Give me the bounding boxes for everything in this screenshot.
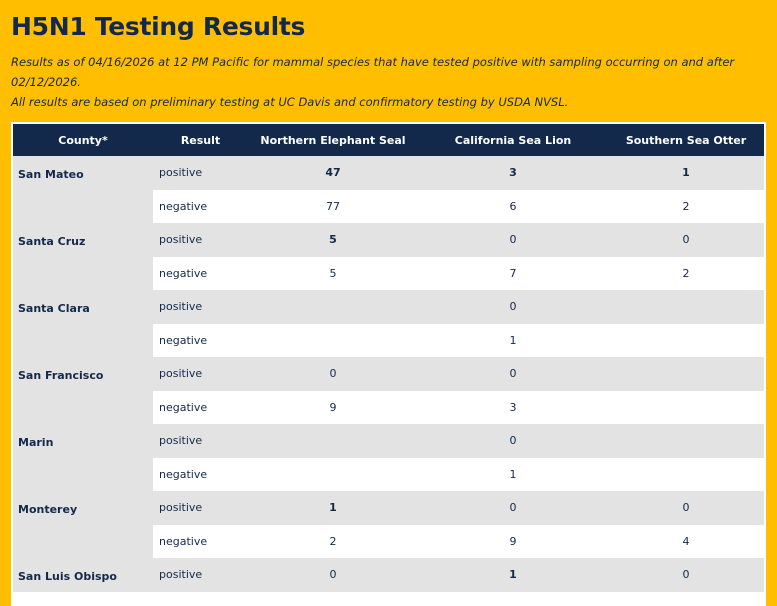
count-cell bbox=[608, 390, 764, 424]
result-cell: positive bbox=[153, 491, 248, 525]
county-cell: Marin bbox=[13, 424, 153, 491]
result-cell: positive bbox=[153, 357, 248, 391]
result-cell: positive bbox=[153, 290, 248, 324]
count-cell bbox=[608, 457, 764, 491]
count-cell: 0 bbox=[418, 357, 608, 391]
count-cell: 47 bbox=[248, 156, 418, 190]
result-cell: positive bbox=[153, 223, 248, 257]
count-cell bbox=[248, 457, 418, 491]
table-row: Santa Cruz positive 5 0 0 bbox=[13, 223, 764, 290]
county-cell: Santa Clara bbox=[13, 290, 153, 357]
count-cell: 5 bbox=[248, 256, 418, 290]
result-cell: negative bbox=[153, 256, 248, 290]
result-cell: negative bbox=[153, 524, 248, 558]
count-cell: 5 bbox=[248, 223, 418, 257]
count-cell: 9 bbox=[418, 524, 608, 558]
count-cell: 2 bbox=[608, 256, 764, 290]
table-row: Santa Clara positive 0 bbox=[13, 290, 764, 357]
results-note-line-2: All results are based on preliminary tes… bbox=[11, 95, 569, 109]
count-cell: 4 bbox=[608, 524, 764, 558]
count-cell: 7 bbox=[418, 256, 608, 290]
page: H5N1 Testing Results Results as of 04/16… bbox=[0, 0, 777, 606]
results-note: Results as of 04/16/2026 at 12 PM Pacifi… bbox=[11, 52, 766, 112]
result-cell: positive bbox=[153, 424, 248, 458]
count-cell: 1 bbox=[418, 457, 608, 491]
table-header-row: County* Result Northern Elephant Seal Ca… bbox=[13, 124, 764, 156]
count-cell: 1 bbox=[608, 156, 764, 190]
table-body: San Mateo positive 47 3 1 negative 77 6 2 Santa C… bbox=[13, 156, 764, 592]
table-row: San Francisco positive 0 0 bbox=[13, 357, 764, 424]
count-cell: 0 bbox=[608, 223, 764, 257]
page-title: H5N1 Testing Results bbox=[11, 12, 306, 41]
table-row: San Mateo positive 47 3 1 bbox=[13, 156, 764, 223]
county-cell: Monterey bbox=[13, 491, 153, 558]
count-cell: 0 bbox=[418, 223, 608, 257]
count-cell bbox=[248, 290, 418, 324]
count-cell: 0 bbox=[608, 558, 764, 592]
count-cell: 77 bbox=[248, 189, 418, 223]
header-southern-sea-otter: Southern Sea Otter bbox=[608, 124, 764, 156]
results-note-line-1: Results as of 04/16/2026 at 12 PM Pacifi… bbox=[11, 55, 735, 89]
count-cell: 1 bbox=[248, 491, 418, 525]
result-cell: negative bbox=[153, 457, 248, 491]
table-row: Marin positive 0 bbox=[13, 424, 764, 491]
count-cell: 0 bbox=[608, 491, 764, 525]
count-cell bbox=[248, 424, 418, 458]
count-cell: 1 bbox=[418, 323, 608, 357]
count-cell: 1 bbox=[418, 558, 608, 592]
result-cell: negative bbox=[153, 390, 248, 424]
count-cell: 0 bbox=[418, 491, 608, 525]
result-cell: negative bbox=[153, 323, 248, 357]
header-california-sea-lion: California Sea Lion bbox=[418, 124, 608, 156]
count-cell: 2 bbox=[608, 189, 764, 223]
count-cell: 2 bbox=[248, 524, 418, 558]
count-cell: 0 bbox=[418, 290, 608, 324]
county-cell: San Luis Obispo bbox=[13, 558, 153, 592]
count-cell bbox=[608, 290, 764, 324]
county-cell: San Francisco bbox=[13, 357, 153, 424]
count-cell: 0 bbox=[248, 558, 418, 592]
count-cell bbox=[608, 424, 764, 458]
count-cell: 3 bbox=[418, 156, 608, 190]
header-county: County* bbox=[13, 124, 153, 156]
results-table: County* Result Northern Elephant Seal Ca… bbox=[13, 124, 764, 592]
count-cell bbox=[608, 357, 764, 391]
result-cell: positive bbox=[153, 156, 248, 190]
header-northern-elephant-seal: Northern Elephant Seal bbox=[248, 124, 418, 156]
result-cell: positive bbox=[153, 558, 248, 592]
count-cell: 6 bbox=[418, 189, 608, 223]
count-cell: 3 bbox=[418, 390, 608, 424]
count-cell: 9 bbox=[248, 390, 418, 424]
count-cell bbox=[608, 323, 764, 357]
header-result: Result bbox=[153, 124, 248, 156]
table-row: San Luis Obispo positive 0 1 0 bbox=[13, 558, 764, 592]
table-row: Monterey positive 1 0 0 bbox=[13, 491, 764, 558]
result-cell: negative bbox=[153, 189, 248, 223]
count-cell bbox=[248, 323, 418, 357]
results-table-container: County* Result Northern Elephant Seal Ca… bbox=[11, 122, 766, 606]
count-cell: 0 bbox=[248, 357, 418, 391]
count-cell: 0 bbox=[418, 424, 608, 458]
county-cell: Santa Cruz bbox=[13, 223, 153, 290]
county-cell: San Mateo bbox=[13, 156, 153, 223]
